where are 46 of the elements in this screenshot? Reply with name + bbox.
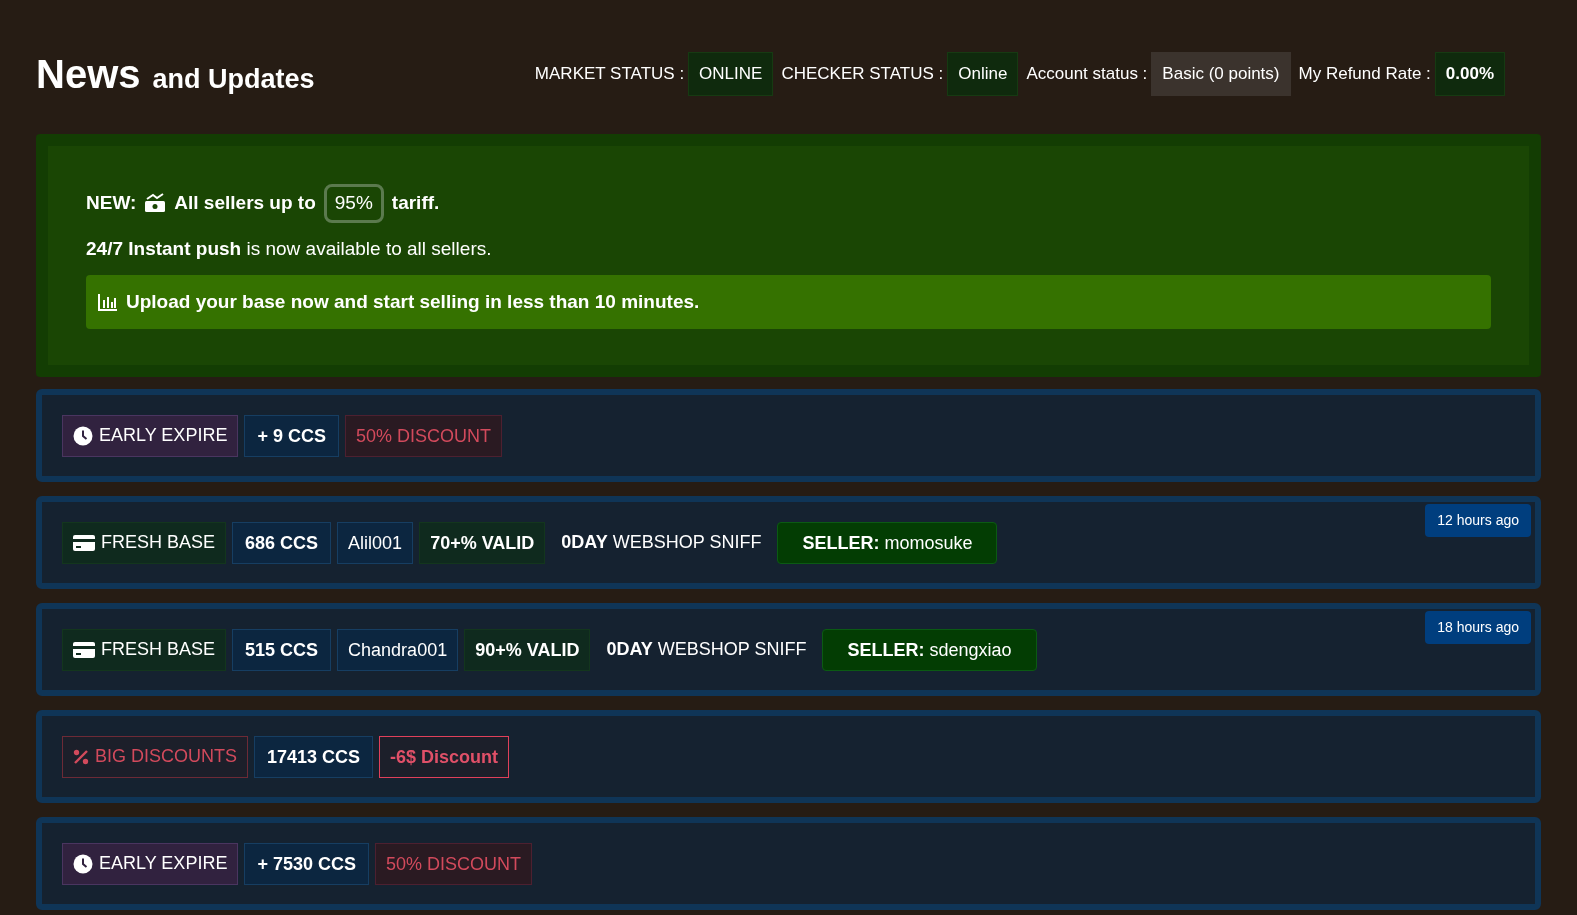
status-value: ONLINE — [688, 52, 774, 96]
clock-icon — [73, 853, 93, 874]
tag-badge: 50% DISCOUNT — [344, 414, 502, 457]
time-badge: 18 hours ago — [1425, 611, 1531, 644]
status-label: My Refund Rate : — [1298, 63, 1431, 86]
tag-badge: Alil001 — [337, 521, 414, 564]
tag-badge: SELLER: sdengxiao — [822, 628, 1037, 671]
status-label: MARKET STATUS : — [534, 63, 685, 86]
tag-badge: 50% DISCOUNT — [374, 842, 532, 885]
tag-badge: + 7530 CCS — [244, 842, 369, 885]
money-icon — [144, 193, 167, 214]
tag-badge: -6$ Discount — [379, 735, 510, 778]
tag-badge: Chandra001 — [337, 628, 459, 671]
tag-badge: 515 CCS — [232, 628, 332, 671]
announcement-text: 24/7 Instant push is now available to all sellers. — [86, 236, 493, 261]
tag-badge: + 9 CCS — [244, 414, 339, 457]
percent-badge: 95% — [323, 184, 384, 223]
tag-badge: 90+% VALID — [464, 628, 591, 671]
new-label: NEW: — [86, 191, 137, 215]
tag-text: 0DAY WEBSHOP SNIFF — [560, 530, 763, 554]
bar-chart-icon — [98, 293, 118, 311]
tag-label: EARLY EXPIRE — [99, 852, 228, 875]
page-subtitle: and Updates — [152, 63, 315, 96]
credit-card-icon — [73, 534, 95, 551]
clock-icon — [73, 425, 93, 446]
tag-badge: 70+% VALID — [419, 521, 546, 564]
status-value: Basic (0 points) — [1151, 52, 1291, 96]
credit-card-icon — [73, 641, 95, 658]
announcement-text: All sellers up to — [174, 191, 316, 215]
tag-text: 0DAY WEBSHOP SNIFF — [605, 637, 808, 661]
announcement-text: tariff. — [391, 191, 440, 215]
page-title: News — [36, 51, 141, 98]
tag-label: BIG DISCOUNTS — [95, 745, 237, 768]
tag-label: FRESH BASE — [101, 531, 216, 554]
status-label: CHECKER STATUS : — [781, 63, 944, 86]
status-value: 0.00% — [1434, 52, 1505, 96]
tag-label: EARLY EXPIRE — [99, 424, 228, 447]
callout-text: Upload your base now and start selling in less than 10 minutes. — [126, 289, 700, 314]
tag-badge: 686 CCS — [232, 521, 332, 564]
tag-badge: 17413 CCS — [254, 735, 374, 778]
tag-badge: SELLER: momosuke — [777, 521, 998, 564]
time-badge: 12 hours ago — [1425, 504, 1531, 537]
status-value: Online — [947, 52, 1019, 96]
tag-label: FRESH BASE — [101, 638, 216, 661]
percent-icon — [73, 748, 89, 765]
status-label: Account status : — [1026, 63, 1148, 86]
